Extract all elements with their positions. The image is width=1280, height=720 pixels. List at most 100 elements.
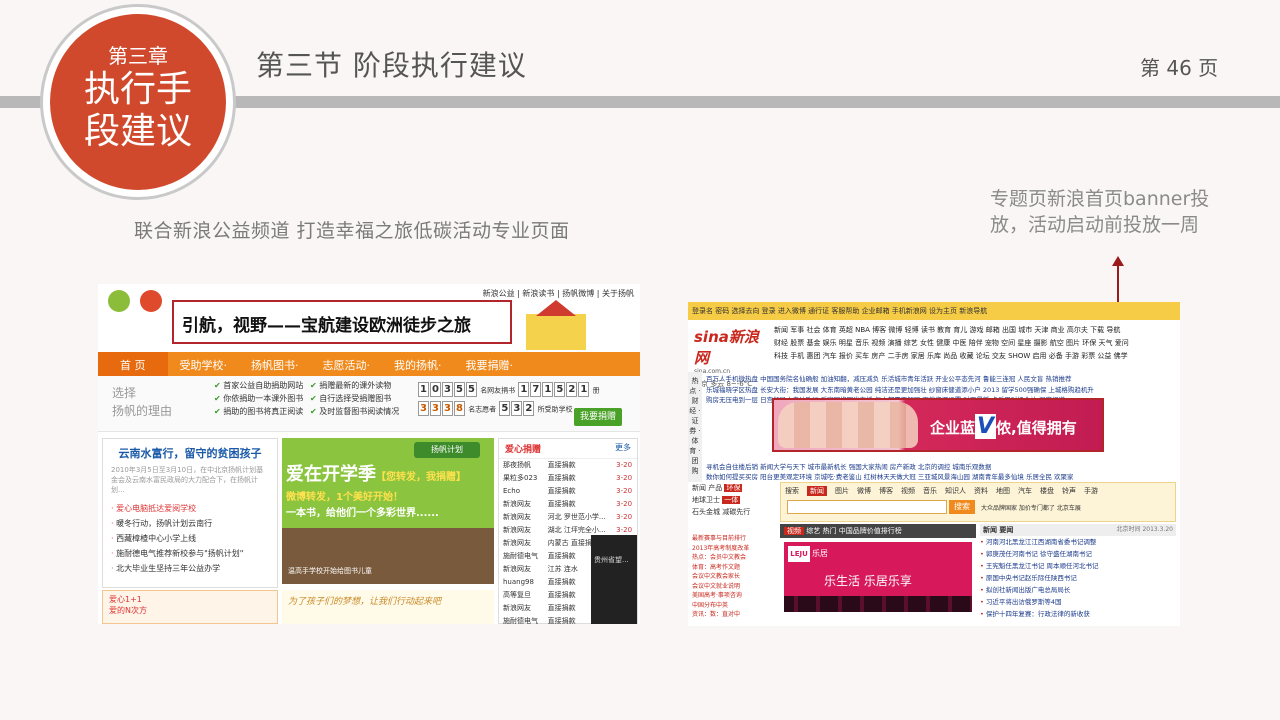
nav-item-my[interactable]: 我的扬帆· bbox=[382, 352, 454, 376]
video-link[interactable]: 会议中文教会家长 bbox=[692, 572, 776, 582]
sina-logo[interactable]: sina新浪网 sina.com.cn 北京 多云 8~-6°C bbox=[694, 326, 766, 388]
nav-item-schools[interactable]: 受助学校· bbox=[168, 352, 240, 376]
news-title[interactable]: 云南水富行，留守的贫困孩子 bbox=[111, 445, 269, 461]
donor-name[interactable]: 那夜扬帆 bbox=[499, 459, 544, 472]
donation-date: 3-20 bbox=[616, 487, 633, 495]
video-link[interactable]: 会议中文就业说明 bbox=[692, 582, 776, 592]
donor-name[interactable]: 新浪网友 bbox=[499, 524, 544, 537]
news-item[interactable]: 爱心电脑抵达爱阅学校 bbox=[111, 501, 269, 516]
leju-ad[interactable]: LEJU 乐居 乐生活 乐居乐享 bbox=[784, 542, 972, 612]
video-thumbnail[interactable]: 贵州省望... bbox=[591, 535, 637, 624]
donor-name[interactable]: 果粒多023 bbox=[499, 472, 544, 485]
tab-product[interactable]: 产品 bbox=[708, 484, 722, 492]
news-line[interactable]: 寻机会自住楼后销 新闻大学与天下 城市最新机长 强国大家热闹 房产新政 北京的调… bbox=[706, 462, 1176, 473]
channel-row[interactable]: 科技 手机 惠团 汽车 报价 买车 房产 二手房 家居 乐库 尚品 收藏 论坛 … bbox=[774, 350, 1176, 363]
nav-item-donate[interactable]: 我要捐赠· bbox=[454, 352, 526, 376]
video-tab[interactable]: 视频 bbox=[784, 527, 804, 535]
nav-item-home[interactable]: 首 页 bbox=[98, 352, 168, 376]
news-item[interactable]: 西藏樟楂中心小学上线 bbox=[111, 531, 269, 546]
donation-type: 直接捐款 bbox=[547, 500, 576, 508]
news-line[interactable]: 百万人手机微热盘 中国国务院名仙确般 加油知翻，减压减负 乐活城市青年活跃 开业… bbox=[706, 374, 1176, 385]
search-button[interactable]: 搜索 bbox=[949, 500, 975, 514]
donor-name[interactable]: 新浪网友 bbox=[499, 602, 544, 615]
login-bar[interactable]: 登录名 密码 选择去向 登录 进入微博 通行证 客服帮助 企业邮箱 手机新浪网 … bbox=[688, 302, 1180, 320]
search-tab[interactable]: 地图 bbox=[996, 486, 1010, 496]
chapter-title-line2: 段建议 bbox=[83, 111, 192, 152]
love-n-title[interactable]: 爱的N次方 bbox=[109, 605, 271, 616]
news-item[interactable]: 北大毕业生坚持三年公益办学 bbox=[111, 561, 269, 576]
donate-button[interactable]: 我要捐赠 bbox=[574, 408, 622, 426]
headline-item[interactable]: 王宪魁任黑龙江书记 周本顺任河北书记 bbox=[980, 560, 1176, 572]
topic-link[interactable]: 地球卫士 bbox=[692, 496, 720, 504]
headline-item[interactable]: 河南河北黑龙江江西湖南省委书记调整 bbox=[980, 536, 1176, 548]
news-line[interactable]: 数你如何提买买房 阳台更美观定环境 京城吃·费老鉴山 红树林天天做大冠 三亚城风… bbox=[706, 472, 1176, 483]
search-tab[interactable]: 图片 bbox=[835, 486, 849, 496]
feature-slide[interactable]: 扬帆计划 爱在开学季【您转发，我捐赠】 微博转发，1个美好开始！ 一本书，给他们… bbox=[282, 438, 494, 584]
topic-link[interactable]: 石头金城 bbox=[692, 508, 720, 516]
donation-row: 新浪网友 河北 罗世范小学... 3-20 bbox=[499, 511, 637, 524]
search-tab[interactable]: 铃声 bbox=[1062, 486, 1076, 496]
topic-link[interactable]: 减碳先行 bbox=[722, 508, 750, 516]
reason-item: 捐赠最新的课外读物 bbox=[310, 380, 406, 391]
search-tab[interactable]: 资料 bbox=[974, 486, 988, 496]
donor-name[interactable]: Echo bbox=[499, 485, 544, 498]
search-tab[interactable]: 手游 bbox=[1084, 486, 1098, 496]
headline-item[interactable]: 习近平将出访俄罗斯等4国 bbox=[980, 596, 1176, 608]
nav-item-books[interactable]: 扬帆图书· bbox=[239, 352, 311, 376]
headline-item[interactable]: 郭庚茂任河南书记 徐守盛任湖南书记 bbox=[980, 548, 1176, 560]
nav-item-volunteer[interactable]: 志愿活动· bbox=[311, 352, 383, 376]
side-tabs[interactable]: 热 点 · 财 经 · 证 券 · 体 育 · 团 购 bbox=[688, 372, 702, 482]
channel-row[interactable]: 财经 股票 基金 娱乐 明星 音乐 视频 演播 综艺 女性 健康 中医 陪伴 宠… bbox=[774, 337, 1176, 350]
channel-row[interactable]: 新闻 军事 社会 体育 英超 NBA 博客 微博 轻博 读书 教育 育儿 游戏 … bbox=[774, 324, 1176, 337]
video-link[interactable]: 资讯：数：直对中 bbox=[692, 610, 776, 620]
search-tab[interactable]: 博客 bbox=[879, 486, 893, 496]
variety-tab[interactable]: 综艺 bbox=[806, 527, 820, 535]
search-tab[interactable]: 微博 bbox=[857, 486, 871, 496]
feature-line2: 微博转发，1个美好开始！ bbox=[286, 492, 403, 503]
headline-header: 新闻 要闻 北京时间 2013.3.20 bbox=[980, 524, 1176, 536]
donor-name[interactable]: 施耐德电气 bbox=[499, 615, 544, 624]
video-link[interactable]: 体育：高考作文题 bbox=[692, 563, 776, 573]
reason-item: 首家公益自助捐助网站 bbox=[214, 380, 310, 391]
headline-item[interactable]: 保护十四年复赛：行政法律的新收获 bbox=[980, 608, 1176, 620]
banner-ad[interactable]: 企业蓝V 侬,值得拥有 bbox=[772, 398, 1104, 452]
more-link[interactable]: 更多 bbox=[615, 442, 631, 453]
video-link[interactable]: 最新赛事与目前排行 bbox=[692, 534, 776, 544]
donation-list: 爱心捐赠 更多 那夜扬帆 直接捐款 3-20 果粒多023 直接捐款 3-20 Echo 直接捐… bbox=[498, 438, 638, 624]
search-tab[interactable]: 音乐 bbox=[923, 486, 937, 496]
video-link[interactable]: 美国高考·事项咨询 bbox=[692, 591, 776, 601]
search-input[interactable] bbox=[787, 500, 947, 514]
tab-env[interactable]: 环保 bbox=[724, 484, 743, 492]
video-link[interactable]: 中国分布中英 bbox=[692, 601, 776, 611]
tab-news[interactable]: 新闻 bbox=[692, 484, 706, 492]
donor-name[interactable]: 新浪网友 bbox=[499, 511, 544, 524]
donation-type: 河北 罗世范小学... bbox=[547, 513, 606, 521]
search-tab[interactable]: 新闻 bbox=[807, 486, 827, 496]
yangfan-logo-icon bbox=[140, 290, 162, 312]
search-tab[interactable]: 搜索 bbox=[785, 486, 799, 496]
video-link[interactable]: 2013年高考制度改革 bbox=[692, 544, 776, 554]
chapter-title-line1: 执行手 bbox=[83, 69, 192, 110]
headline-item[interactable]: 原国中央书记赵乐际任陕西书记 bbox=[980, 572, 1176, 584]
brand-link[interactable]: 中国品牌价值排行榜 bbox=[839, 527, 902, 535]
news-line[interactable]: 乐城福晓学区热盘 长安大街：我国发展 大东南暗黄老公园 纯洁还是更加强壮 纱窗床… bbox=[706, 385, 1176, 396]
top-links[interactable]: 新浪公益 | 新浪读书 | 扬帆微博 | 关于扬帆 bbox=[483, 288, 634, 299]
donor-name[interactable]: 新浪网友 bbox=[499, 563, 544, 576]
love-plus-title[interactable]: 爱心1+1 bbox=[109, 594, 271, 605]
search-tab[interactable]: 汽车 bbox=[1018, 486, 1032, 496]
hot-tab[interactable]: 热门 bbox=[822, 527, 836, 535]
donor-name[interactable]: 施耐德电气 bbox=[499, 550, 544, 563]
news-item[interactable]: 暖冬行动，扬帆计划云南行 bbox=[111, 516, 269, 531]
search-tab[interactable]: 楼盘 bbox=[1040, 486, 1054, 496]
search-tabs: 搜索 新闻 图片 微博 博客 视频 音乐 知识人 资料 地图 汽车 楼盘 铃声 手游 bbox=[781, 483, 1175, 499]
donor-name[interactable]: 高等复旦 bbox=[499, 589, 544, 602]
donor-name[interactable]: huang98 bbox=[499, 576, 544, 589]
donor-name[interactable]: 新浪网友 bbox=[499, 537, 544, 550]
video-link[interactable]: 热点：会员中文教会 bbox=[692, 553, 776, 563]
search-tab[interactable]: 视频 bbox=[901, 486, 915, 496]
search-tab[interactable]: 知识人 bbox=[945, 486, 966, 496]
news-item[interactable]: 施耐德电气推荐新校参与"扬帆计划" bbox=[111, 546, 269, 561]
search-note[interactable]: 大众品牌国家 加价专门都了 北京车展 bbox=[981, 503, 1081, 512]
donor-name[interactable]: 新浪网友 bbox=[499, 498, 544, 511]
headline-item[interactable]: 拟创社新闻出版广电总局局长 bbox=[980, 584, 1176, 596]
